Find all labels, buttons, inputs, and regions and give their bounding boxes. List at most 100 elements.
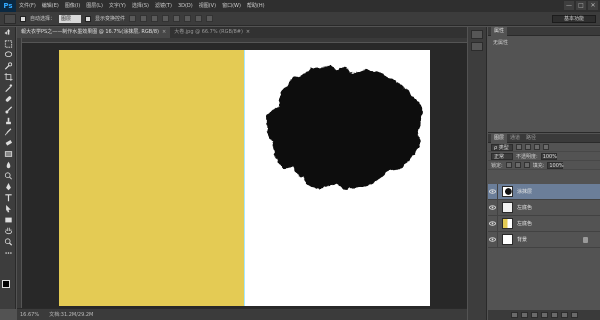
tab-channels[interactable]: 通道 (507, 134, 523, 143)
layer-row-background[interactable]: 背景 (488, 231, 600, 248)
filter-pixel-icon[interactable] (516, 144, 522, 150)
eye-icon[interactable] (488, 183, 498, 200)
tab-layers[interactable]: 图层 (491, 133, 508, 143)
align-left-icon[interactable] (162, 15, 170, 22)
layer-name: 左底色 (517, 221, 533, 227)
photoshop-logo: Ps (0, 0, 16, 12)
brush-tool-icon[interactable] (2, 105, 14, 115)
layer-thumbnail (502, 218, 513, 229)
healing-brush-tool-icon[interactable] (2, 94, 14, 104)
fill-field[interactable]: 100% (547, 161, 564, 169)
eye-icon[interactable] (488, 199, 498, 216)
lock-row: 锁定: 填充: 100% (488, 161, 600, 170)
eye-icon[interactable] (488, 215, 498, 232)
lock-pixels-icon[interactable] (505, 162, 512, 168)
menu-select[interactable]: 选择(S) (129, 0, 152, 12)
tab-label: 大卷.jpg @ 66.7% (RGB/8#) (174, 29, 243, 35)
blur-tool-icon[interactable] (2, 160, 14, 170)
dodge-tool-icon[interactable] (2, 171, 14, 181)
history-brush-tool-icon[interactable] (2, 127, 14, 137)
maximize-button[interactable]: □ (576, 1, 586, 10)
foreground-color-swatch[interactable] (2, 280, 10, 288)
gradient-tool-icon[interactable] (2, 149, 14, 159)
show-transform-checkbox[interactable] (85, 15, 92, 22)
add-mask-icon[interactable] (530, 312, 538, 318)
eyedropper-tool-icon[interactable] (2, 83, 14, 93)
menu-file[interactable]: 文件(F) (16, 0, 39, 12)
history-panel-icon[interactable] (471, 30, 483, 39)
align-bottom-icon[interactable] (151, 15, 159, 22)
document-size[interactable]: 文档:31.2M/29.2M (49, 311, 93, 318)
eraser-tool-icon[interactable] (2, 138, 14, 148)
color-swatches (2, 280, 14, 294)
link-layers-icon[interactable] (510, 312, 518, 318)
menu-view[interactable]: 视图(V) (196, 0, 219, 12)
zoom-level[interactable]: 16.67% (20, 312, 39, 318)
lasso-tool-icon[interactable] (2, 50, 14, 60)
layer-row-left-base-2[interactable]: 左底色 (488, 215, 600, 232)
close-icon[interactable]: × (162, 29, 166, 35)
more-tools-icon[interactable] (2, 248, 14, 258)
zoom-tool-icon[interactable] (2, 237, 14, 247)
layer-row-left-base[interactable]: 左底色 (488, 199, 600, 216)
tab-paths[interactable]: 路径 (523, 134, 539, 143)
path-selection-tool-icon[interactable] (2, 204, 14, 214)
type-tool-icon[interactable] (2, 193, 14, 203)
tab-daju[interactable]: 大卷.jpg @ 66.7% (RGB/8#) × (170, 27, 254, 38)
new-group-icon[interactable] (550, 312, 558, 318)
clone-stamp-tool-icon[interactable] (2, 116, 14, 126)
auto-select-dropdown[interactable]: 图层 (59, 14, 82, 23)
align-right-icon[interactable] (184, 15, 192, 22)
blend-mode-dropdown[interactable]: 正常 (491, 152, 513, 160)
opacity-field[interactable]: 100% (540, 152, 557, 160)
workspace-dropdown[interactable]: 基本功能 (552, 15, 596, 23)
pen-tool-icon[interactable] (2, 182, 14, 192)
tab-ink-effect[interactable]: 報大衣学PS之——制作水墨效果图 @ 16.7%(涂抹层, RGB/8) × (17, 27, 171, 38)
actions-panel-icon[interactable] (471, 42, 483, 51)
adjustment-layer-icon[interactable] (540, 312, 548, 318)
marquee-tool-icon[interactable] (2, 39, 14, 49)
new-layer-icon[interactable] (560, 312, 568, 318)
distribute-2-icon[interactable] (206, 15, 214, 22)
layer-filter-row: ρ 类型 (488, 143, 600, 152)
hand-tool-icon[interactable] (2, 226, 14, 236)
menu-layer[interactable]: 图层(L) (83, 0, 106, 12)
quick-select-tool-icon[interactable] (2, 61, 14, 71)
layer-kind-filter[interactable]: ρ 类型 (491, 143, 513, 151)
move-tool-icon[interactable] (2, 28, 14, 38)
canvas-area[interactable] (17, 38, 467, 308)
fx-icon[interactable] (520, 312, 528, 318)
guide-line[interactable] (244, 50, 245, 306)
align-top-icon[interactable] (129, 15, 137, 22)
document-canvas[interactable] (59, 50, 430, 306)
tab-properties[interactable]: 属性 (491, 26, 508, 36)
menu-filter[interactable]: 滤镜(T) (152, 0, 175, 12)
layers-panel: 图层 通道 路径 ρ 类型 正常 不透明度: 100% 锁定: 填充: 100%… (488, 133, 600, 320)
trash-icon[interactable] (570, 312, 578, 318)
menu-help[interactable]: 帮助(H) (244, 0, 268, 12)
eye-icon[interactable] (488, 231, 498, 248)
align-center-icon[interactable] (173, 15, 181, 22)
lock-all-icon[interactable] (523, 162, 530, 168)
lock-position-icon[interactable] (514, 162, 521, 168)
close-icon[interactable]: × (246, 29, 250, 35)
menu-window[interactable]: 窗口(W) (219, 0, 244, 12)
move-tool-preset-icon[interactable] (4, 13, 16, 24)
align-middle-icon[interactable] (140, 15, 148, 22)
minimize-button[interactable]: — (564, 1, 574, 10)
crop-tool-icon[interactable] (2, 72, 14, 82)
menu-3d[interactable]: 3D(D) (175, 0, 196, 12)
layers-footer (488, 310, 600, 320)
filter-type-icon[interactable] (534, 144, 540, 150)
close-button[interactable]: ✕ (588, 1, 598, 10)
menu-edit[interactable]: 编辑(E) (39, 0, 62, 12)
layer-row-smudge[interactable]: 涂抹层 (488, 183, 600, 200)
filter-adjustment-icon[interactable] (525, 144, 531, 150)
auto-select-checkbox[interactable] (20, 15, 26, 22)
no-properties-text: 无属性 (493, 40, 509, 46)
menu-type[interactable]: 文字(Y) (106, 0, 129, 12)
filter-shape-icon[interactable] (543, 144, 549, 150)
menu-image[interactable]: 图像(I) (62, 0, 83, 12)
shape-tool-icon[interactable] (2, 215, 14, 225)
distribute-icon[interactable] (195, 15, 203, 22)
